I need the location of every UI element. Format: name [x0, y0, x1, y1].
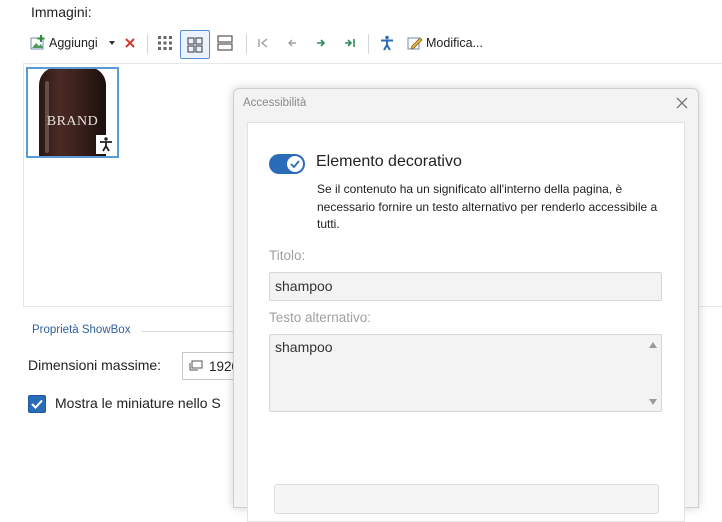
scroll-up-arrow-icon[interactable]: [649, 342, 657, 348]
previous-button[interactable]: [281, 30, 303, 56]
large-grid-icon: [187, 36, 203, 53]
toolbar-separator: [368, 34, 369, 54]
toolbar-separator: [246, 34, 247, 54]
large-grid-button[interactable]: [180, 30, 210, 59]
thumbnails-checkbox-label: Mostra le miniature nello S: [55, 395, 221, 411]
edit-button[interactable]: Modifica...: [404, 30, 486, 56]
toggle-knob: [287, 156, 303, 172]
dialog-footer-panel: [274, 484, 659, 514]
dropdown-arrow-icon[interactable]: [108, 40, 116, 46]
edit-icon: [407, 37, 423, 50]
first-button[interactable]: [252, 30, 274, 56]
add-image-icon: [30, 35, 45, 50]
scroll-down-arrow-icon[interactable]: [649, 399, 657, 405]
decorative-description: Se il contenuto ha un significato all'in…: [317, 182, 658, 231]
small-grid-button[interactable]: [152, 30, 178, 56]
max-dimensions-label: Dimensioni massime:: [28, 357, 162, 373]
checkmark-icon: [31, 399, 43, 409]
delete-button[interactable]: [120, 30, 140, 56]
decorative-toggle[interactable]: [269, 154, 305, 174]
edit-button-label: Modifica...: [426, 36, 483, 50]
bottle-brand-text: BRAND: [46, 114, 99, 129]
next-button[interactable]: [310, 30, 332, 56]
group-divider: [141, 331, 241, 332]
list-view-button[interactable]: [212, 30, 238, 56]
first-icon: [258, 38, 268, 48]
title-field-value: shampoo: [275, 278, 333, 294]
alt-text-field[interactable]: shampoo: [269, 334, 662, 412]
image-thumbnail[interactable]: BRAND: [26, 67, 119, 158]
dialog-title: Accessibilità: [243, 97, 307, 109]
title-field-label: Titolo:: [269, 248, 306, 263]
delete-icon: [125, 38, 135, 48]
accessibility-button[interactable]: [375, 30, 399, 56]
monitor-icon: [189, 360, 203, 371]
showbox-properties-label: Proprietà ShowBox: [32, 324, 131, 336]
last-icon: [345, 39, 355, 47]
accessibility-icon: [381, 35, 393, 51]
title-field[interactable]: shampoo: [269, 272, 662, 301]
add-button[interactable]: Aggiungi: [26, 30, 120, 56]
list-view-icon: [217, 35, 233, 51]
small-grid-icon: [158, 36, 172, 50]
add-button-label: Aggiungi: [49, 36, 98, 50]
decorative-toggle-label: Elemento decorativo: [316, 153, 462, 170]
thumbnails-checkbox[interactable]: [28, 395, 46, 413]
last-button[interactable]: [339, 30, 361, 56]
alt-text-field-label: Testo alternativo:: [269, 310, 372, 325]
accessibility-dialog: Accessibilità Elemento decorativo Se il …: [233, 88, 699, 522]
previous-icon: [288, 39, 296, 47]
toolbar-separator: [147, 34, 148, 54]
close-icon[interactable]: [674, 95, 690, 111]
alt-text-field-value: shampoo: [275, 339, 333, 355]
next-icon: [317, 39, 326, 47]
accessibility-badge: [96, 135, 115, 154]
toggle-check-icon: [290, 160, 300, 168]
image-toolbar: Aggiungi Modifica...: [24, 30, 722, 59]
accessibility-badge-icon: [99, 137, 112, 152]
images-section-label: Immagini:: [31, 4, 92, 20]
